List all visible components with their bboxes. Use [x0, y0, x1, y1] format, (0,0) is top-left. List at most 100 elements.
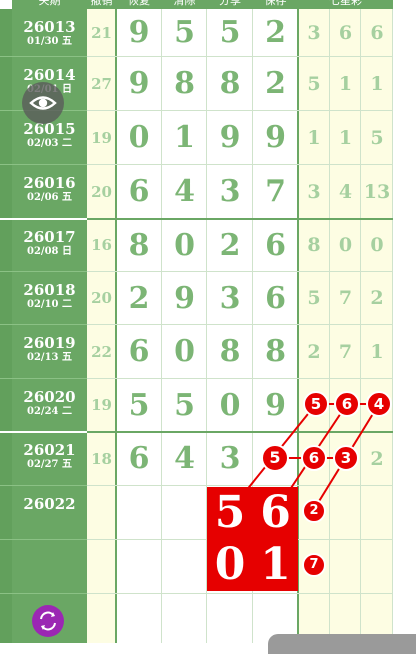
red-ball[interactable]: 6 [334, 391, 360, 417]
issue-cell[interactable]: 26020 02/24 二 [12, 379, 87, 432]
digit-cell[interactable] [162, 540, 207, 594]
digit-cell[interactable]: 9 [253, 379, 298, 432]
digit-cell[interactable]: 5 [162, 379, 207, 432]
issue-cell[interactable]: 26016 02/06 五 [12, 165, 87, 219]
digit-cell[interactable] [116, 594, 162, 643]
stat-cell[interactable]: 7 [330, 272, 361, 325]
stat-cell[interactable]: 2 [298, 325, 330, 379]
stat-cell[interactable]: 1 [298, 111, 330, 165]
column-header[interactable]: 清除 [162, 0, 207, 9]
issue-cell[interactable]: 26019 02/13 五 [12, 325, 87, 379]
issue-cell[interactable] [12, 540, 87, 594]
digit-cell[interactable]: 2 [253, 57, 298, 111]
digit-cell[interactable] [116, 486, 162, 540]
digit-cell[interactable]: 8 [207, 325, 253, 379]
eye-toggle-button[interactable] [22, 82, 64, 124]
column-header[interactable]: 保存 [253, 0, 298, 9]
digit-cell[interactable]: 3 [207, 272, 253, 325]
digit-cell[interactable]: 6 [253, 219, 298, 272]
highlight-box[interactable]: 6 [253, 487, 298, 539]
digit-cell[interactable]: 2 [116, 272, 162, 325]
issue-cell[interactable]: 26017 02/08 日 [12, 219, 87, 272]
stat-cell[interactable]: 13 [361, 165, 393, 219]
stat-cell[interactable] [330, 540, 361, 594]
stat-cell[interactable]: 8 [298, 219, 330, 272]
stat-cell[interactable]: 3 [298, 9, 330, 57]
stat-cell[interactable] [330, 486, 361, 540]
stat-cell[interactable]: 5 [298, 57, 330, 111]
issue-cell[interactable]: 26021 02/27 五 [12, 432, 87, 486]
digit-cell[interactable]: 5 [162, 9, 207, 57]
stat-cell[interactable]: 3 [298, 165, 330, 219]
stat-cell[interactable]: 1 [361, 325, 393, 379]
stat-cell[interactable]: 2 [361, 432, 393, 486]
column-header[interactable]: 分享 [207, 0, 253, 9]
digit-cell[interactable] [162, 594, 207, 643]
digit-cell[interactable]: 3 [207, 165, 253, 219]
digit-cell[interactable]: 9 [207, 111, 253, 165]
red-ball[interactable]: 5 [261, 444, 289, 472]
highlight-box[interactable]: 0 [207, 539, 253, 591]
digit-cell[interactable]: 8 [207, 57, 253, 111]
digit-cell[interactable]: 4 [162, 432, 207, 486]
digit-cell[interactable]: 8 [162, 57, 207, 111]
digit-cell[interactable]: 6 [253, 272, 298, 325]
stat-cell[interactable]: 5 [298, 272, 330, 325]
red-ball[interactable]: 7 [302, 553, 326, 577]
highlight-box[interactable]: 1 [253, 539, 298, 591]
red-ball[interactable]: 5 [303, 391, 329, 417]
highlight-box[interactable]: 5 [207, 487, 253, 539]
stat-cell[interactable] [361, 540, 393, 594]
digit-cell[interactable]: 6 [116, 165, 162, 219]
digit-cell[interactable]: 0 [162, 219, 207, 272]
digit-cell[interactable]: 4 [162, 165, 207, 219]
sum-cell [87, 486, 116, 540]
stat-cell[interactable]: 0 [361, 219, 393, 272]
digit-cell[interactable] [116, 540, 162, 594]
digit-cell[interactable]: 8 [253, 325, 298, 379]
digit-cell[interactable]: 9 [116, 57, 162, 111]
stat-cell[interactable]: 1 [330, 57, 361, 111]
issue-cell[interactable]: 26013 01/30 五 [12, 9, 87, 57]
digit-cell[interactable]: 6 [116, 432, 162, 486]
stat-cell[interactable]: 6 [361, 9, 393, 57]
digit-cell[interactable]: 2 [253, 9, 298, 57]
digit-cell[interactable]: 8 [116, 219, 162, 272]
stat-cell[interactable]: 6 [330, 9, 361, 57]
digit-cell[interactable]: 9 [253, 111, 298, 165]
stat-cell[interactable]: 1 [361, 57, 393, 111]
stat-cell[interactable]: 1 [330, 111, 361, 165]
sum-cell: 19 [87, 111, 116, 165]
red-ball[interactable]: 2 [302, 499, 326, 523]
refresh-fab-button[interactable] [32, 605, 64, 637]
column-header[interactable]: 撤销 [87, 0, 116, 9]
digit-cell[interactable] [207, 594, 253, 643]
stat-cell[interactable]: 2 [361, 272, 393, 325]
stat-cell[interactable]: 0 [330, 219, 361, 272]
grid-line [0, 539, 87, 540]
red-ball[interactable]: 4 [366, 391, 392, 417]
digit-cell[interactable]: 9 [162, 272, 207, 325]
stat-cell[interactable]: 5 [361, 111, 393, 165]
issue-cell[interactable]: 26018 02/10 二 [12, 272, 87, 325]
digit-cell[interactable]: 0 [207, 379, 253, 432]
stat-cell[interactable]: 7 [330, 325, 361, 379]
digit-cell[interactable] [162, 486, 207, 540]
digit-cell[interactable]: 0 [116, 111, 162, 165]
red-ball[interactable]: 6 [301, 445, 327, 471]
bottom-panel-tab[interactable] [268, 634, 416, 654]
digit-cell[interactable]: 0 [162, 325, 207, 379]
digit-cell[interactable]: 5 [207, 9, 253, 57]
digit-cell[interactable]: 6 [116, 325, 162, 379]
digit-cell[interactable]: 9 [116, 9, 162, 57]
issue-cell[interactable]: 26022 [12, 486, 87, 540]
digit-cell[interactable]: 1 [162, 111, 207, 165]
digit-cell[interactable]: 5 [116, 379, 162, 432]
column-header[interactable]: 恢复 [116, 0, 162, 9]
red-ball[interactable]: 3 [333, 445, 359, 471]
digit-cell[interactable]: 7 [253, 165, 298, 219]
digit-cell[interactable]: 2 [207, 219, 253, 272]
stat-cell[interactable]: 4 [330, 165, 361, 219]
digit-cell[interactable]: 3 [207, 432, 253, 486]
stat-cell[interactable] [361, 486, 393, 540]
